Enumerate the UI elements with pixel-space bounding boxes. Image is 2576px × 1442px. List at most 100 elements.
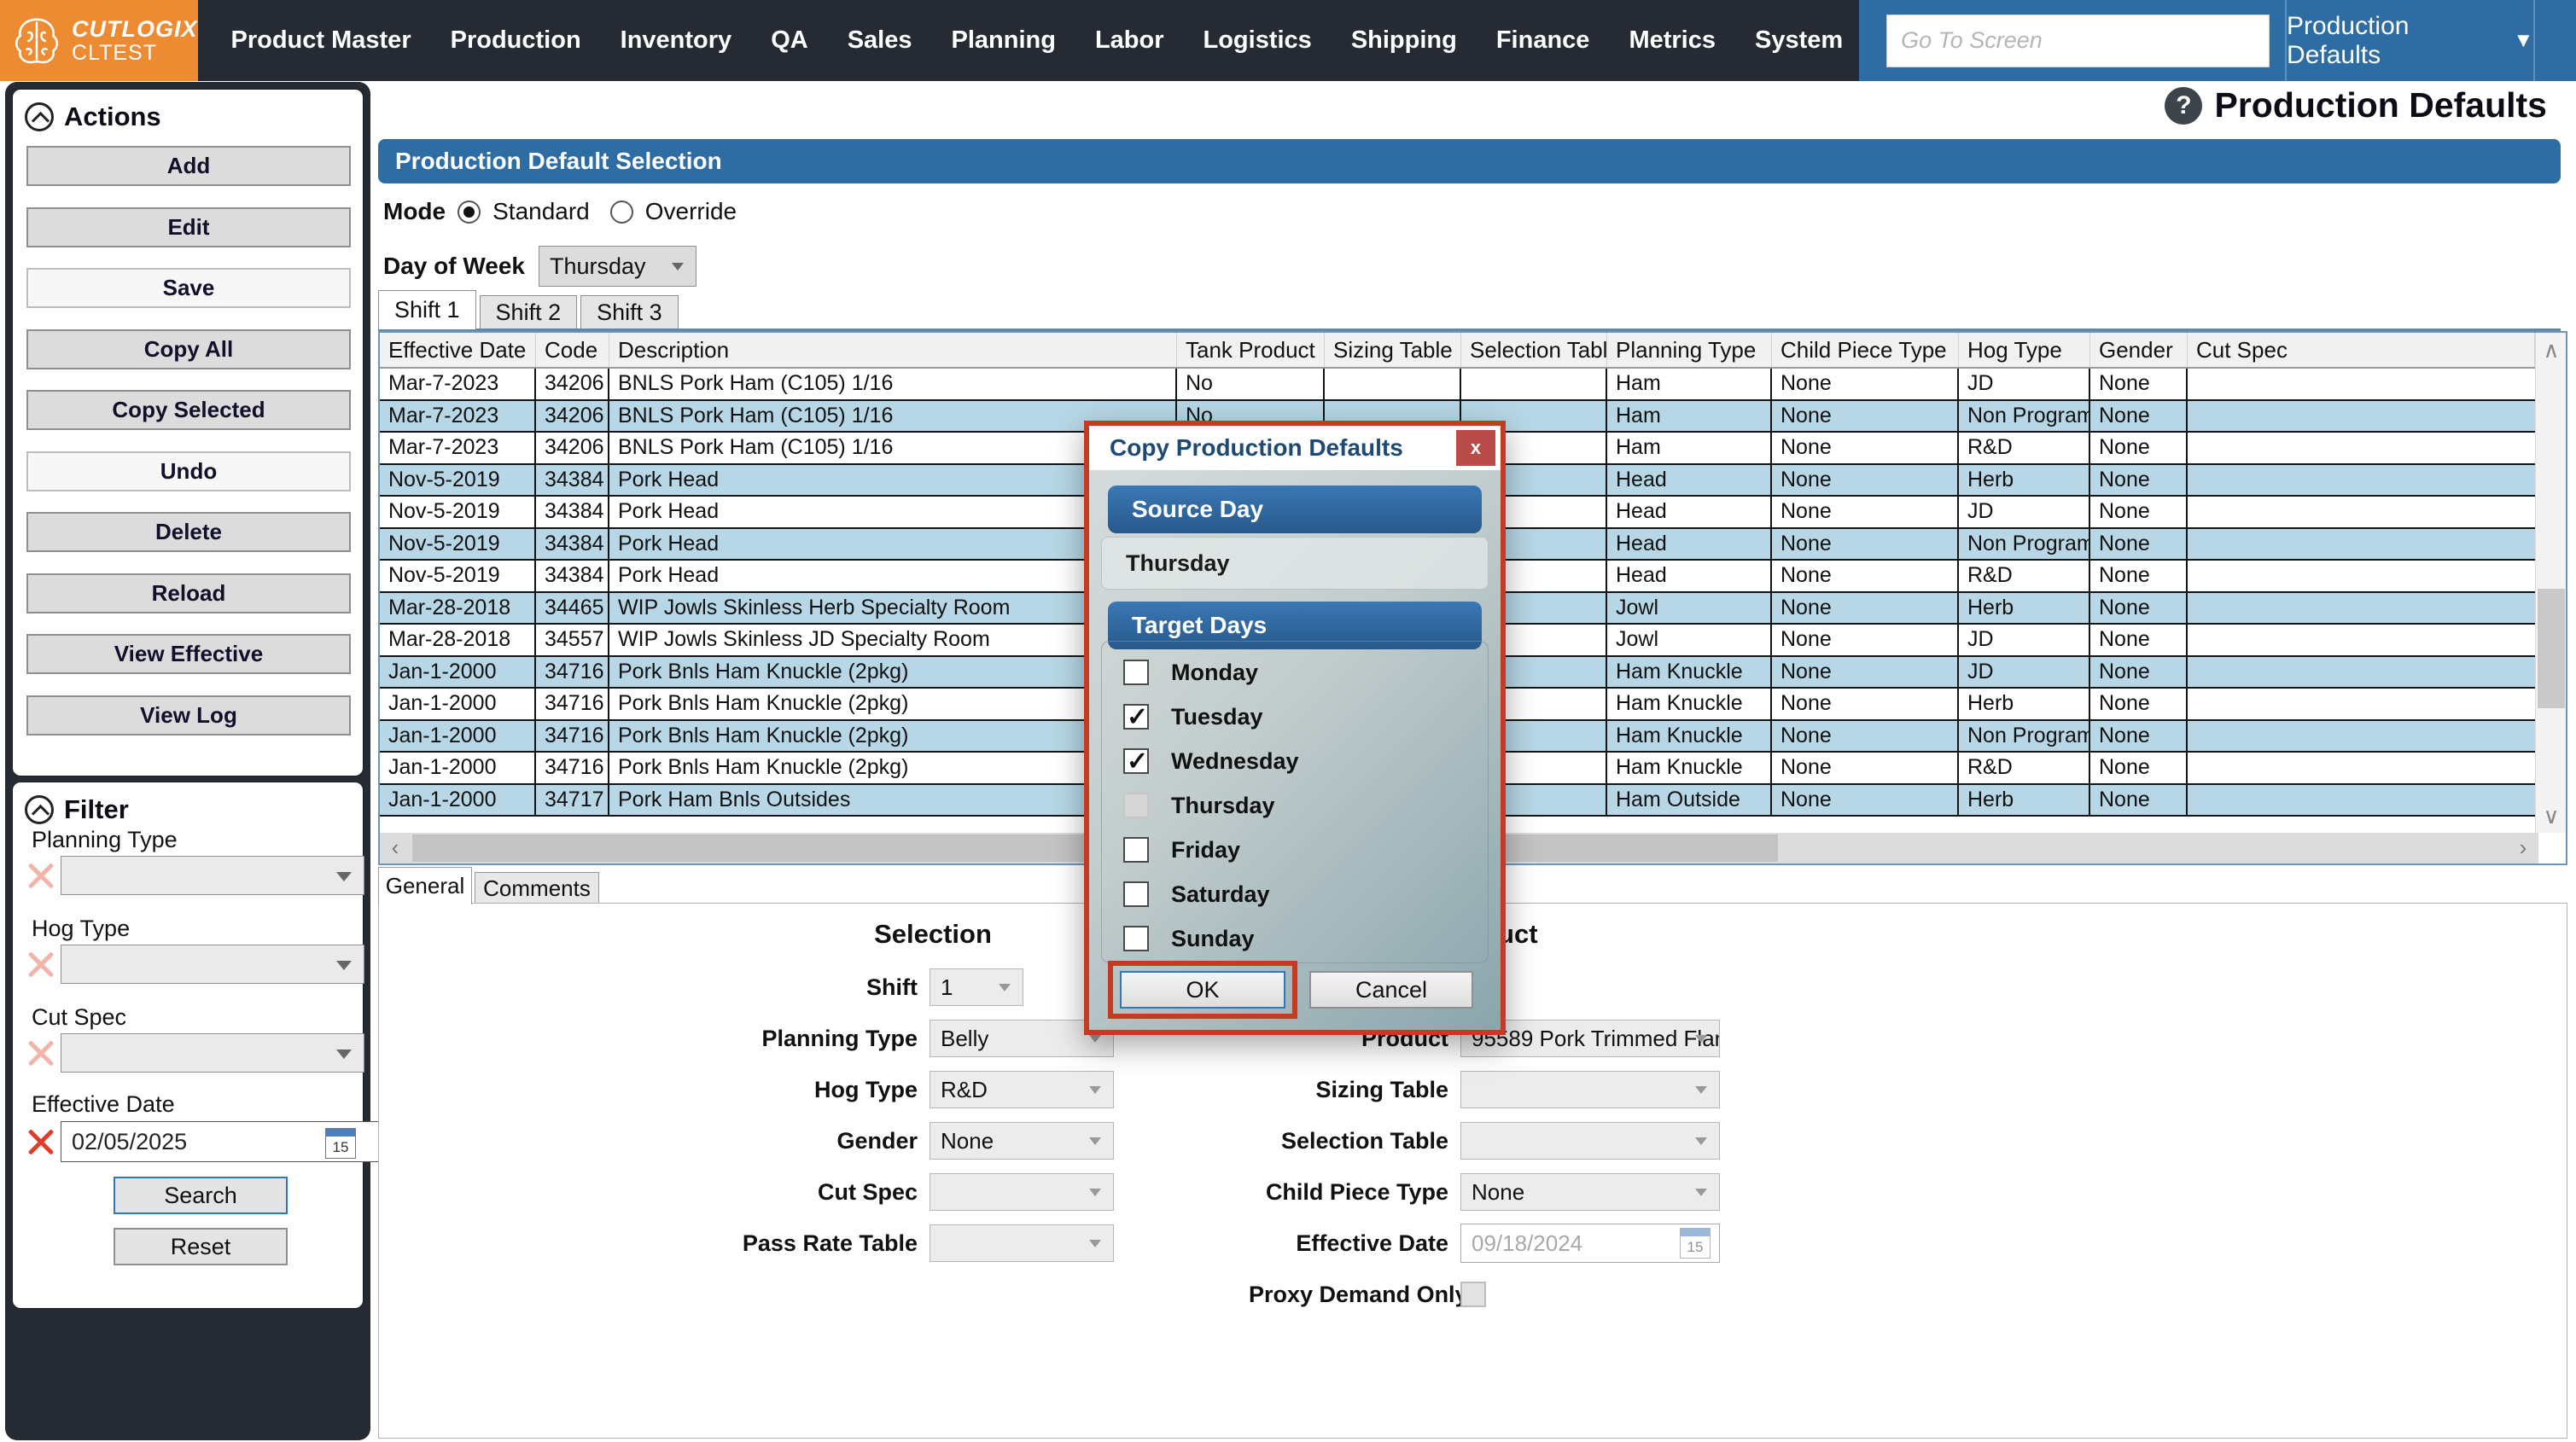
chevron-down-icon: ▼ <box>2514 29 2534 53</box>
effective-date-input[interactable] <box>61 1121 421 1162</box>
calendar-icon[interactable]: 15 <box>325 1128 356 1159</box>
menu-item[interactable]: Product Master <box>215 26 428 55</box>
field-select[interactable]: R&D <box>930 1071 1114 1108</box>
go-to-screen-input[interactable] <box>1886 15 2270 67</box>
column-header[interactable]: Selection Table <box>1461 333 1607 367</box>
tab-general[interactable]: General <box>378 867 472 904</box>
action-button[interactable]: Edit <box>26 207 351 247</box>
target-day-row[interactable]: Friday <box>1123 835 1240 864</box>
menu-item[interactable]: Finance <box>1480 26 1606 55</box>
day-checkbox[interactable] <box>1123 748 1149 774</box>
column-header[interactable]: Tank Product <box>1177 333 1325 367</box>
scroll-up-icon[interactable]: ∧ <box>2536 333 2567 367</box>
target-day-row[interactable]: Wednesday <box>1123 747 1299 776</box>
collapse-filter-icon[interactable] <box>25 795 54 824</box>
cell-gender: None <box>2090 689 2188 719</box>
day-of-week-select[interactable]: Thursday <box>539 246 696 287</box>
help-icon[interactable]: ? <box>2165 87 2202 125</box>
calendar-icon[interactable]: 15 <box>1680 1228 1711 1259</box>
target-day-row[interactable]: Monday <box>1123 658 1258 687</box>
column-header[interactable]: Code <box>536 333 609 367</box>
scroll-right-icon[interactable]: › <box>2508 833 2538 863</box>
field-select[interactable] <box>1460 1071 1720 1108</box>
filter-field-label: Cut Spec <box>32 1004 126 1031</box>
cell-hog-type: R&D <box>1959 433 2090 463</box>
mode-standard-radio[interactable] <box>458 201 481 224</box>
action-button[interactable]: View Effective <box>26 634 351 674</box>
target-day-row[interactable]: Thursday <box>1123 791 1275 820</box>
dialog-close-button[interactable]: x <box>1456 430 1495 466</box>
filter-select[interactable] <box>61 945 364 984</box>
menu-item[interactable]: Sales <box>831 26 929 55</box>
tab-comments[interactable]: Comments <box>475 872 599 904</box>
shift-select[interactable]: 1 <box>930 968 1023 1006</box>
menu-item[interactable]: Metrics <box>1612 26 1732 55</box>
menu-item[interactable]: Planning <box>935 26 1071 55</box>
filter-field-label: Hog Type <box>32 916 130 942</box>
field-select[interactable]: None <box>1460 1173 1720 1211</box>
search-button[interactable]: Search <box>114 1177 288 1214</box>
day-checkbox[interactable] <box>1123 793 1149 818</box>
action-button[interactable]: Reload <box>26 573 351 613</box>
column-header[interactable]: Effective Date <box>380 333 536 367</box>
column-header[interactable]: Child Piece Type <box>1772 333 1959 367</box>
ok-button[interactable]: OK <box>1120 971 1285 1009</box>
day-checkbox[interactable] <box>1123 881 1149 907</box>
shift-tab[interactable]: Shift 1 <box>378 290 476 329</box>
action-button[interactable]: Save <box>26 268 351 308</box>
action-button[interactable]: Add <box>26 146 351 186</box>
column-header[interactable]: Planning Type <box>1607 333 1772 367</box>
scroll-down-icon[interactable]: ∨ <box>2536 799 2567 833</box>
action-button[interactable]: Copy All <box>26 329 351 369</box>
target-day-row[interactable]: Saturday <box>1123 880 1270 909</box>
day-checkbox[interactable] <box>1123 837 1149 863</box>
vertical-scrollbar[interactable]: ∧ ∨ <box>2535 333 2566 833</box>
day-checkbox[interactable] <box>1123 660 1149 685</box>
clear-filter-icon[interactable] <box>26 861 55 890</box>
action-button[interactable]: Delete <box>26 512 351 552</box>
column-header[interactable]: Hog Type <box>1959 333 2090 367</box>
day-checkbox[interactable] <box>1123 704 1149 730</box>
target-day-row[interactable]: Tuesday <box>1123 702 1263 731</box>
column-header[interactable]: Sizing Table <box>1325 333 1461 367</box>
field-select[interactable] <box>1460 1122 1720 1160</box>
clear-filter-icon[interactable] <box>26 950 55 979</box>
reset-button[interactable]: Reset <box>114 1228 288 1265</box>
field-select[interactable]: None <box>930 1122 1114 1160</box>
cell-code: 34716 <box>536 657 609 688</box>
menu-item[interactable]: QA <box>755 26 825 55</box>
cell-planning-type: Ham Knuckle <box>1607 753 1772 783</box>
scroll-left-icon[interactable]: ‹ <box>380 833 411 863</box>
shift-tab[interactable]: Shift 2 <box>480 295 578 329</box>
clear-date-icon[interactable] <box>26 1127 55 1156</box>
clear-filter-icon[interactable] <box>26 1038 55 1067</box>
column-header[interactable]: Cut Spec <box>2188 333 2535 367</box>
filter-select[interactable] <box>61 1033 364 1073</box>
field-select[interactable] <box>930 1224 1114 1262</box>
proxy-demand-only-checkbox[interactable] <box>1460 1282 1486 1307</box>
filter-select[interactable] <box>61 856 364 895</box>
screen-selector-dropdown[interactable]: Production Defaults ▼ <box>2287 12 2533 70</box>
cancel-button[interactable]: Cancel <box>1309 971 1473 1009</box>
menu-item[interactable]: Production <box>434 26 597 55</box>
menu-item[interactable]: Shipping <box>1335 26 1473 55</box>
table-row[interactable]: Mar-7-2023 34206 BNLS Pork Ham (C105) 1/… <box>380 369 2535 401</box>
topbar-right: Production Defaults ▼ ← → ✕ ☆ <box>1859 0 2576 81</box>
field-select[interactable] <box>930 1173 1114 1211</box>
day-checkbox[interactable] <box>1123 926 1149 951</box>
action-button[interactable]: Undo <box>26 451 351 491</box>
menu-item[interactable]: Logistics <box>1187 26 1328 55</box>
shift-tab[interactable]: Shift 3 <box>580 295 679 329</box>
menu-item[interactable]: Inventory <box>604 26 749 55</box>
vertical-scroll-thumb[interactable] <box>2538 589 2565 708</box>
menu-item[interactable]: System <box>1739 26 1859 55</box>
collapse-actions-icon[interactable] <box>25 102 54 131</box>
menu-item[interactable]: Labor <box>1079 26 1180 55</box>
column-header[interactable]: Description <box>609 333 1177 367</box>
action-button[interactable]: View Log <box>26 695 351 736</box>
action-button[interactable]: Copy Selected <box>26 390 351 430</box>
mode-override-radio[interactable] <box>610 201 633 224</box>
column-header[interactable]: Gender <box>2090 333 2188 367</box>
product-effective-date-input[interactable]: 09/18/2024 15 <box>1460 1224 1720 1263</box>
target-day-row[interactable]: Sunday <box>1123 924 1255 953</box>
